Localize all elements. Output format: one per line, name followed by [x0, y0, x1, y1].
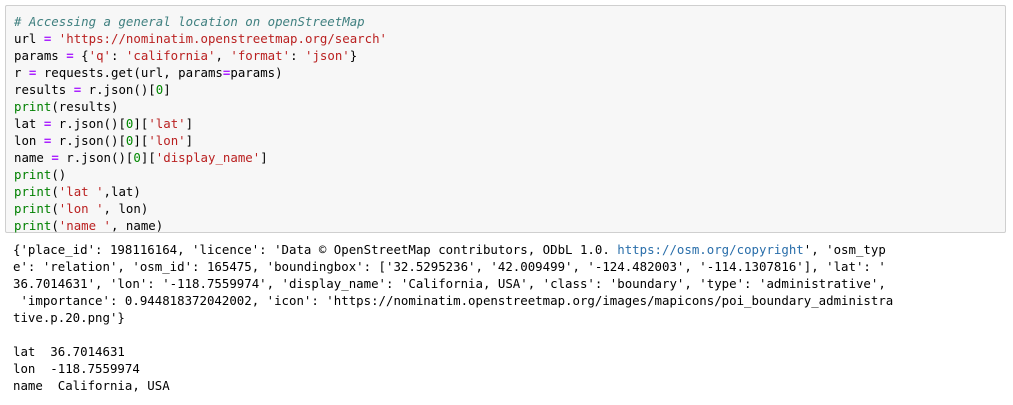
number-literal: 0 [133, 150, 141, 165]
code-text: lat [14, 116, 44, 131]
code-text: r.json()[ [81, 82, 156, 97]
code-text: , [215, 48, 231, 63]
operator: = [51, 150, 59, 165]
code-text: lon [14, 133, 44, 148]
code-text: , lon) [103, 201, 149, 216]
output-text: lon -118.7559974 [13, 361, 140, 376]
string-literal: 'format' [230, 48, 291, 63]
code-text: ][ [140, 150, 156, 165]
copyright-link[interactable]: https://osm.org/copyright [617, 242, 804, 257]
code-line[interactable]: # Accessing a general location on openSt… [14, 13, 1005, 30]
code-cell-input[interactable]: # Accessing a general location on openSt… [5, 5, 1006, 233]
code-text: ] [260, 150, 268, 165]
code-line[interactable]: lat = r.json()[0]['lat'] [14, 115, 1005, 132]
code-line[interactable]: print() [14, 166, 1005, 183]
string-literal: 'q' [88, 48, 111, 63]
code-text: r.json()[ [51, 116, 126, 131]
output-line: lat 36.7014631 [13, 343, 1003, 360]
string-literal: 'https://nominatim.openstreetmap.org/sea… [58, 31, 388, 46]
code-line[interactable]: print(results) [14, 98, 1005, 115]
code-text: ][ [133, 116, 149, 131]
output-line: 'importance': 0.944818372042002, 'icon':… [13, 292, 1003, 309]
code-cell-output: {'place_id': 198116164, 'licence': 'Data… [13, 241, 1003, 394]
output-line: tive.p.20.png'} [13, 309, 1003, 326]
string-literal: 'name ' [58, 218, 111, 233]
output-text: {'place_id': 198116164, 'licence': 'Data… [13, 242, 618, 257]
output-text: 36.7014631', 'lon': '-118.7559974', 'dis… [13, 276, 886, 291]
code-text: r.json()[ [58, 150, 134, 165]
code-text: params [14, 48, 67, 63]
code-text: r.json()[ [51, 133, 126, 148]
code-line[interactable]: print('lat ',lat) [14, 183, 1005, 200]
code-line[interactable]: lon = r.json()[0]['lon'] [14, 132, 1005, 149]
output-line: name California, USA [13, 377, 1003, 394]
string-literal: 'display_name' [155, 150, 261, 165]
output-text: 'importance': 0.944818372042002, 'icon':… [13, 293, 894, 308]
string-literal: 'lon' [148, 133, 186, 148]
code-text: requests.get(url, params [36, 65, 223, 80]
code-text: { [73, 48, 89, 63]
output-line: lon -118.7559974 [13, 360, 1003, 377]
code-text: } [349, 48, 358, 63]
code-text: ][ [133, 133, 149, 148]
code-line[interactable]: print('lon ', lon) [14, 200, 1005, 217]
string-literal: 'california' [125, 48, 216, 63]
code-text: ] [185, 133, 194, 148]
code-text: : [111, 48, 126, 63]
builtin-function: print [14, 184, 52, 199]
string-literal: 'lat' [148, 116, 186, 131]
code-text: ] [185, 116, 194, 131]
string-literal: 'lon ' [58, 201, 104, 216]
code-text: results [14, 82, 74, 97]
builtin-function: print [14, 201, 52, 216]
code-text: : [290, 48, 305, 63]
output-text: e': 'relation', 'osm_id': 165475, 'bound… [13, 259, 886, 274]
operator: = [66, 48, 74, 63]
code-text: ( [51, 184, 59, 199]
code-text: params) [230, 65, 283, 80]
code-line[interactable]: params = {'q': 'california', 'format': '… [14, 47, 1005, 64]
code-text: ( [51, 201, 59, 216]
builtin-function: print [14, 218, 52, 233]
code-text: ] [163, 82, 171, 97]
code-line[interactable]: url = 'https://nominatim.openstreetmap.o… [14, 30, 1005, 47]
code-text: url [14, 31, 44, 46]
code-line[interactable]: results = r.json()[0] [14, 81, 1005, 98]
string-literal: 'lat ' [58, 184, 104, 199]
builtin-function: print [14, 167, 52, 182]
builtin-function: print [14, 99, 52, 114]
code-text: () [51, 167, 67, 182]
code-text: (results) [51, 99, 119, 114]
output-line: e': 'relation', 'osm_id': 165475, 'bound… [13, 258, 1003, 275]
code-text: , name) [111, 218, 164, 233]
output-text: tive.p.20.png'} [13, 310, 125, 325]
output-line: 36.7014631', 'lon': '-118.7559974', 'dis… [13, 275, 1003, 292]
code-line[interactable]: print('name ', name) [14, 217, 1005, 234]
code-line[interactable]: r = requests.get(url, params=params) [14, 64, 1005, 81]
code-text: ,lat) [103, 184, 141, 199]
code-line[interactable]: name = r.json()[0]['display_name'] [14, 149, 1005, 166]
output-line: {'place_id': 198116164, 'licence': 'Data… [13, 241, 1003, 258]
code-text: r [14, 65, 29, 80]
code-text: name [14, 150, 52, 165]
code-text: ( [51, 218, 59, 233]
string-literal: 'json' [304, 48, 350, 63]
output-text: ', 'osm_typ [803, 242, 886, 257]
code-comment: # Accessing a general location on openSt… [14, 14, 365, 29]
output-text: lat 36.7014631 [13, 344, 125, 359]
output-text: name California, USA [13, 378, 170, 393]
